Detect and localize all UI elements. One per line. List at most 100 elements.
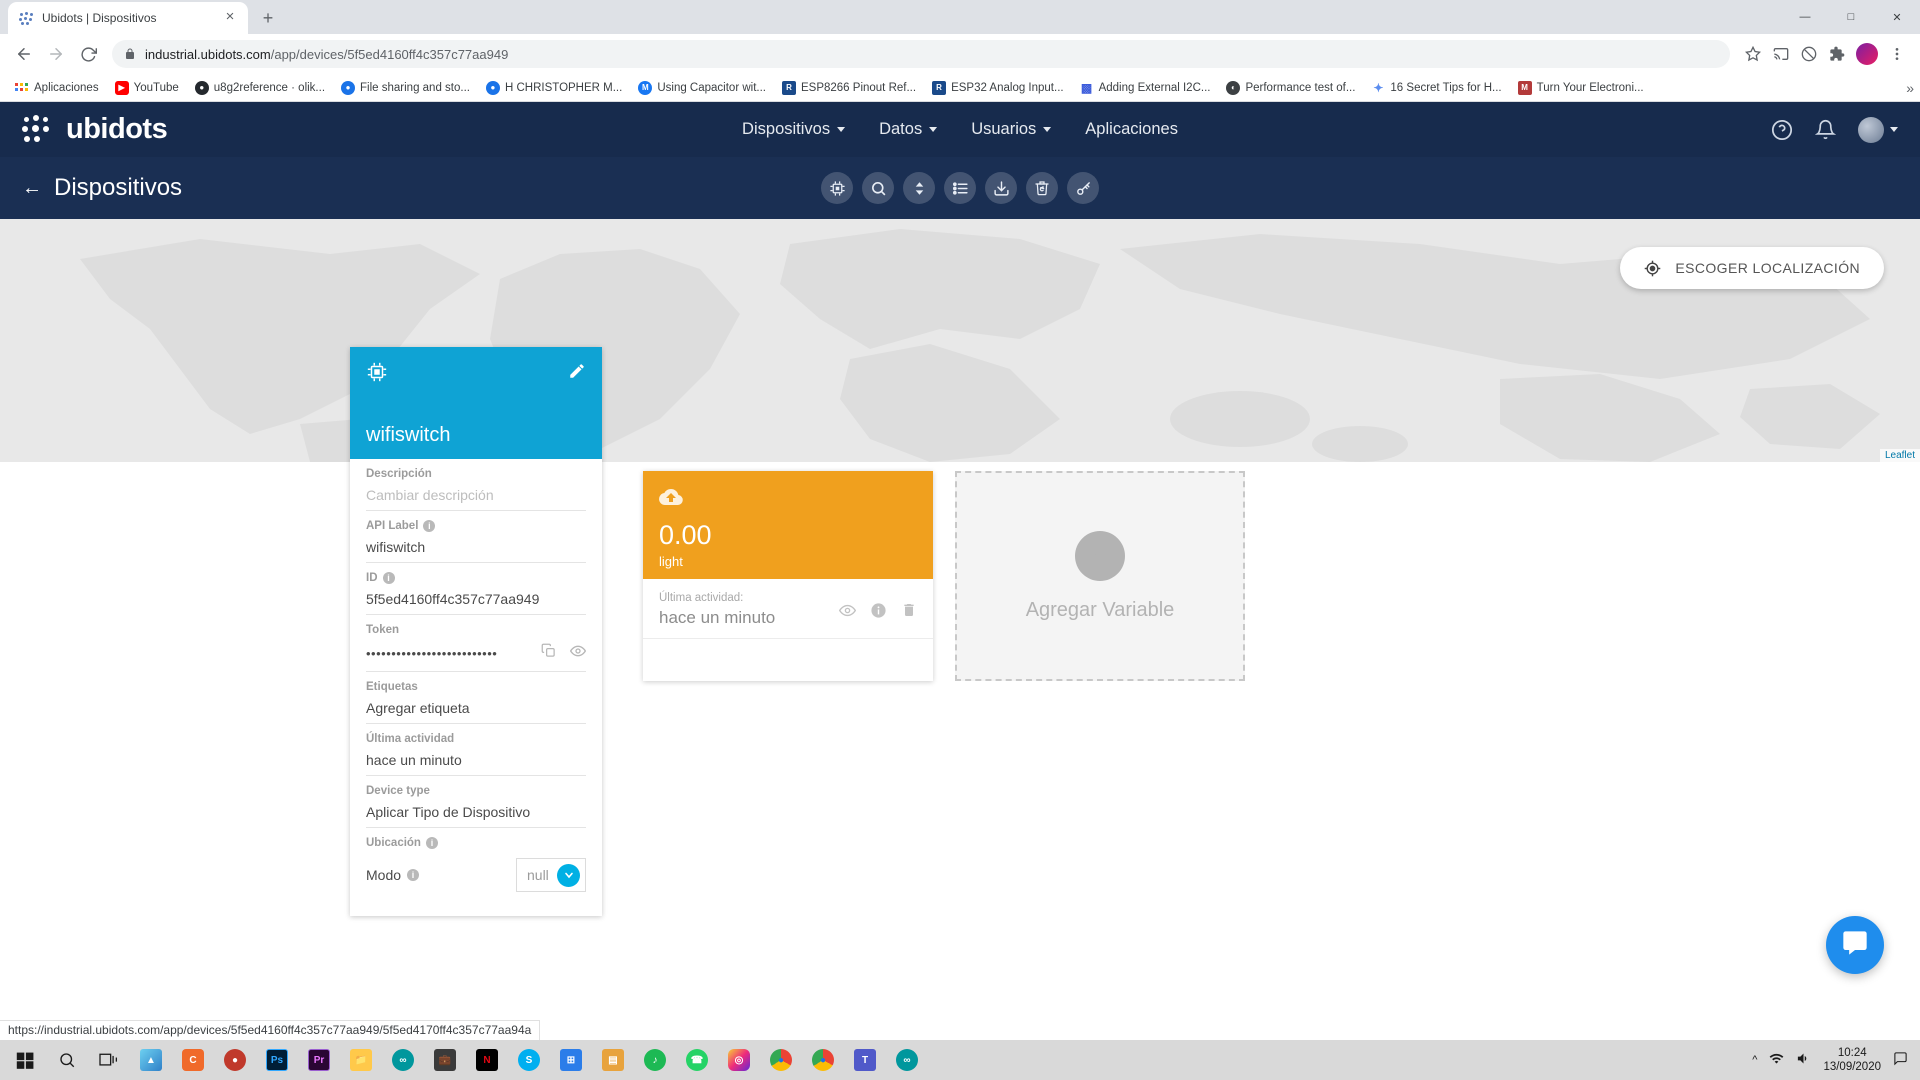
help-circle-icon[interactable]: [1771, 119, 1793, 141]
device-info-card: wifiswitch Descripción Cambiar descripci…: [350, 347, 602, 916]
tray-chevron-icon[interactable]: ^: [1752, 1054, 1757, 1066]
taskbar-app-netflix[interactable]: N: [466, 1040, 508, 1080]
field-value[interactable]: wifiswitch: [366, 539, 586, 555]
bookmark-item[interactable]: M Using Capacitor wit...: [631, 78, 773, 98]
nav-item-aplicaciones[interactable]: Aplicaciones: [1085, 120, 1178, 139]
info-icon[interactable]: i: [382, 572, 395, 584]
field-etiquetas: Etiquetas Agregar etiqueta: [366, 672, 586, 724]
device-chip-icon[interactable]: [821, 172, 853, 204]
taskbar-clock[interactable]: 10:24 13/09/2020: [1823, 1046, 1881, 1075]
sort-icon[interactable]: [903, 172, 935, 204]
close-window-button[interactable]: ✕: [1874, 0, 1920, 34]
bookmark-item[interactable]: ▩ Adding External I2C...: [1073, 78, 1218, 98]
taskbar-app-photoshop[interactable]: Ps: [256, 1040, 298, 1080]
trash-restore-icon[interactable]: [1026, 172, 1058, 204]
user-menu[interactable]: [1858, 116, 1898, 143]
taskbar-app-instagram[interactable]: ◎: [718, 1040, 760, 1080]
device-map[interactable]: ESCOGER LOCALIZACIÓN Leaflet: [0, 219, 1920, 462]
taskbar-app-arduino[interactable]: ∞: [382, 1040, 424, 1080]
notification-bell-icon[interactable]: [1815, 119, 1836, 140]
back-button[interactable]: [10, 40, 38, 68]
choose-location-button[interactable]: ESCOGER LOCALIZACIÓN: [1620, 247, 1884, 289]
search-icon[interactable]: [862, 172, 894, 204]
taskbar-app-chrome[interactable]: ●: [760, 1040, 802, 1080]
volume-icon[interactable]: [1796, 1051, 1811, 1069]
field-value[interactable]: Aplicar Tipo de Dispositivo: [366, 804, 586, 820]
eye-icon[interactable]: [569, 643, 587, 664]
taskbar-app-skype[interactable]: S: [508, 1040, 550, 1080]
bookmark-item[interactable]: ● H CHRISTOPHER M...: [479, 78, 629, 98]
cast-icon[interactable]: [1768, 41, 1794, 67]
field-value[interactable]: Cambiar descripción: [366, 487, 586, 503]
list-view-icon[interactable]: [944, 172, 976, 204]
chevron-down-icon: [557, 863, 580, 887]
bookmark-item[interactable]: ▶ YouTube: [108, 78, 186, 98]
pencil-icon[interactable]: [568, 362, 586, 385]
windows-start-icon[interactable]: [4, 1040, 46, 1080]
variable-card[interactable]: 0.00 light Última actividad: hace un min…: [643, 471, 933, 681]
taskbar-app-store[interactable]: ⊞: [550, 1040, 592, 1080]
bookmark-item[interactable]: Aplicaciones: [8, 78, 106, 98]
nav-label: Aplicaciones: [1085, 120, 1178, 138]
minimize-button[interactable]: —: [1782, 0, 1828, 34]
kebab-menu-icon[interactable]: [1884, 41, 1910, 67]
taskbar-app-chrome-beta[interactable]: ●: [802, 1040, 844, 1080]
browser-tab[interactable]: Ubidots | Dispositivos ×: [8, 2, 248, 34]
mode-select[interactable]: null: [516, 858, 586, 892]
status-bar-url: https://industrial.ubidots.com/app/devic…: [0, 1020, 541, 1040]
trash-icon[interactable]: [901, 602, 917, 624]
leaflet-attribution[interactable]: Leaflet: [1879, 449, 1920, 462]
taskbar-app-chrome-canary[interactable]: C: [172, 1040, 214, 1080]
taskbar-app-toolbox[interactable]: 💼: [424, 1040, 466, 1080]
block-icon[interactable]: [1796, 41, 1822, 67]
reload-button[interactable]: [74, 40, 102, 68]
bookmark-item[interactable]: R ESP8266 Pinout Ref...: [775, 78, 923, 98]
nav-item-usuarios[interactable]: Usuarios: [971, 120, 1052, 139]
forward-button[interactable]: [42, 40, 70, 68]
taskbar-search-icon[interactable]: [46, 1040, 88, 1080]
intercom-chat-button[interactable]: [1826, 916, 1884, 974]
bookmark-item[interactable]: ✦ 16 Secret Tips for H...: [1364, 78, 1508, 98]
download-icon[interactable]: [985, 172, 1017, 204]
bookmark-item[interactable]: ● File sharing and sto...: [334, 78, 477, 98]
bookmark-item[interactable]: R ESP32 Analog Input...: [925, 78, 1071, 98]
star-icon[interactable]: [1740, 41, 1766, 67]
taskbar-app-arduino-ide[interactable]: ∞: [886, 1040, 928, 1080]
field-value[interactable]: Agregar etiqueta: [366, 700, 586, 716]
back-to-devices-link[interactable]: ← Dispositivos: [22, 174, 182, 202]
tab-close-icon[interactable]: ×: [222, 9, 238, 26]
add-variable-card[interactable]: + Agregar Variable: [955, 471, 1245, 681]
info-icon[interactable]: i: [425, 837, 438, 849]
field-label: Etiquetas: [366, 681, 418, 693]
maximize-button[interactable]: □: [1828, 0, 1874, 34]
bookmark-item[interactable]: ● u8g2reference · olik...: [188, 78, 332, 98]
taskbar-app-whatsapp[interactable]: ☎: [676, 1040, 718, 1080]
taskbar-app-editor[interactable]: ▤: [592, 1040, 634, 1080]
info-icon[interactable]: i: [407, 869, 420, 881]
taskbar-app-file-explorer[interactable]: 📁: [340, 1040, 382, 1080]
info-icon[interactable]: i: [423, 520, 436, 532]
bookmarks-overflow-icon[interactable]: »: [1906, 80, 1914, 96]
notification-icon[interactable]: [1893, 1051, 1908, 1069]
taskbar-app-premiere[interactable]: Pr: [298, 1040, 340, 1080]
ubidots-logo[interactable]: ubidots: [22, 113, 168, 146]
taskbar-app-teams[interactable]: T: [844, 1040, 886, 1080]
new-tab-button[interactable]: +: [254, 4, 282, 32]
bookmark-item[interactable]: ◐ Performance test of...: [1219, 78, 1362, 98]
puzzle-icon[interactable]: [1824, 41, 1850, 67]
field-value[interactable]: 5f5ed4160ff4c357c77aa949: [366, 591, 586, 607]
info-icon[interactable]: [870, 602, 887, 624]
task-view-icon[interactable]: [88, 1040, 130, 1080]
key-icon[interactable]: [1067, 172, 1099, 204]
nav-item-datos[interactable]: Datos: [879, 120, 938, 139]
taskbar-app-spotify[interactable]: ♪: [634, 1040, 676, 1080]
network-icon[interactable]: [1769, 1051, 1784, 1069]
taskbar-app-paint-3d[interactable]: ▲: [130, 1040, 172, 1080]
address-bar[interactable]: industrial.ubidots.com/app/devices/5f5ed…: [112, 40, 1730, 68]
nav-item-dispositivos[interactable]: Dispositivos: [742, 120, 846, 139]
profile-avatar[interactable]: [1856, 43, 1878, 65]
taskbar-app-photoshop-alt[interactable]: ●: [214, 1040, 256, 1080]
eye-icon[interactable]: [838, 602, 857, 624]
copy-icon[interactable]: [541, 643, 556, 664]
bookmark-item[interactable]: M Turn Your Electroni...: [1511, 78, 1651, 98]
